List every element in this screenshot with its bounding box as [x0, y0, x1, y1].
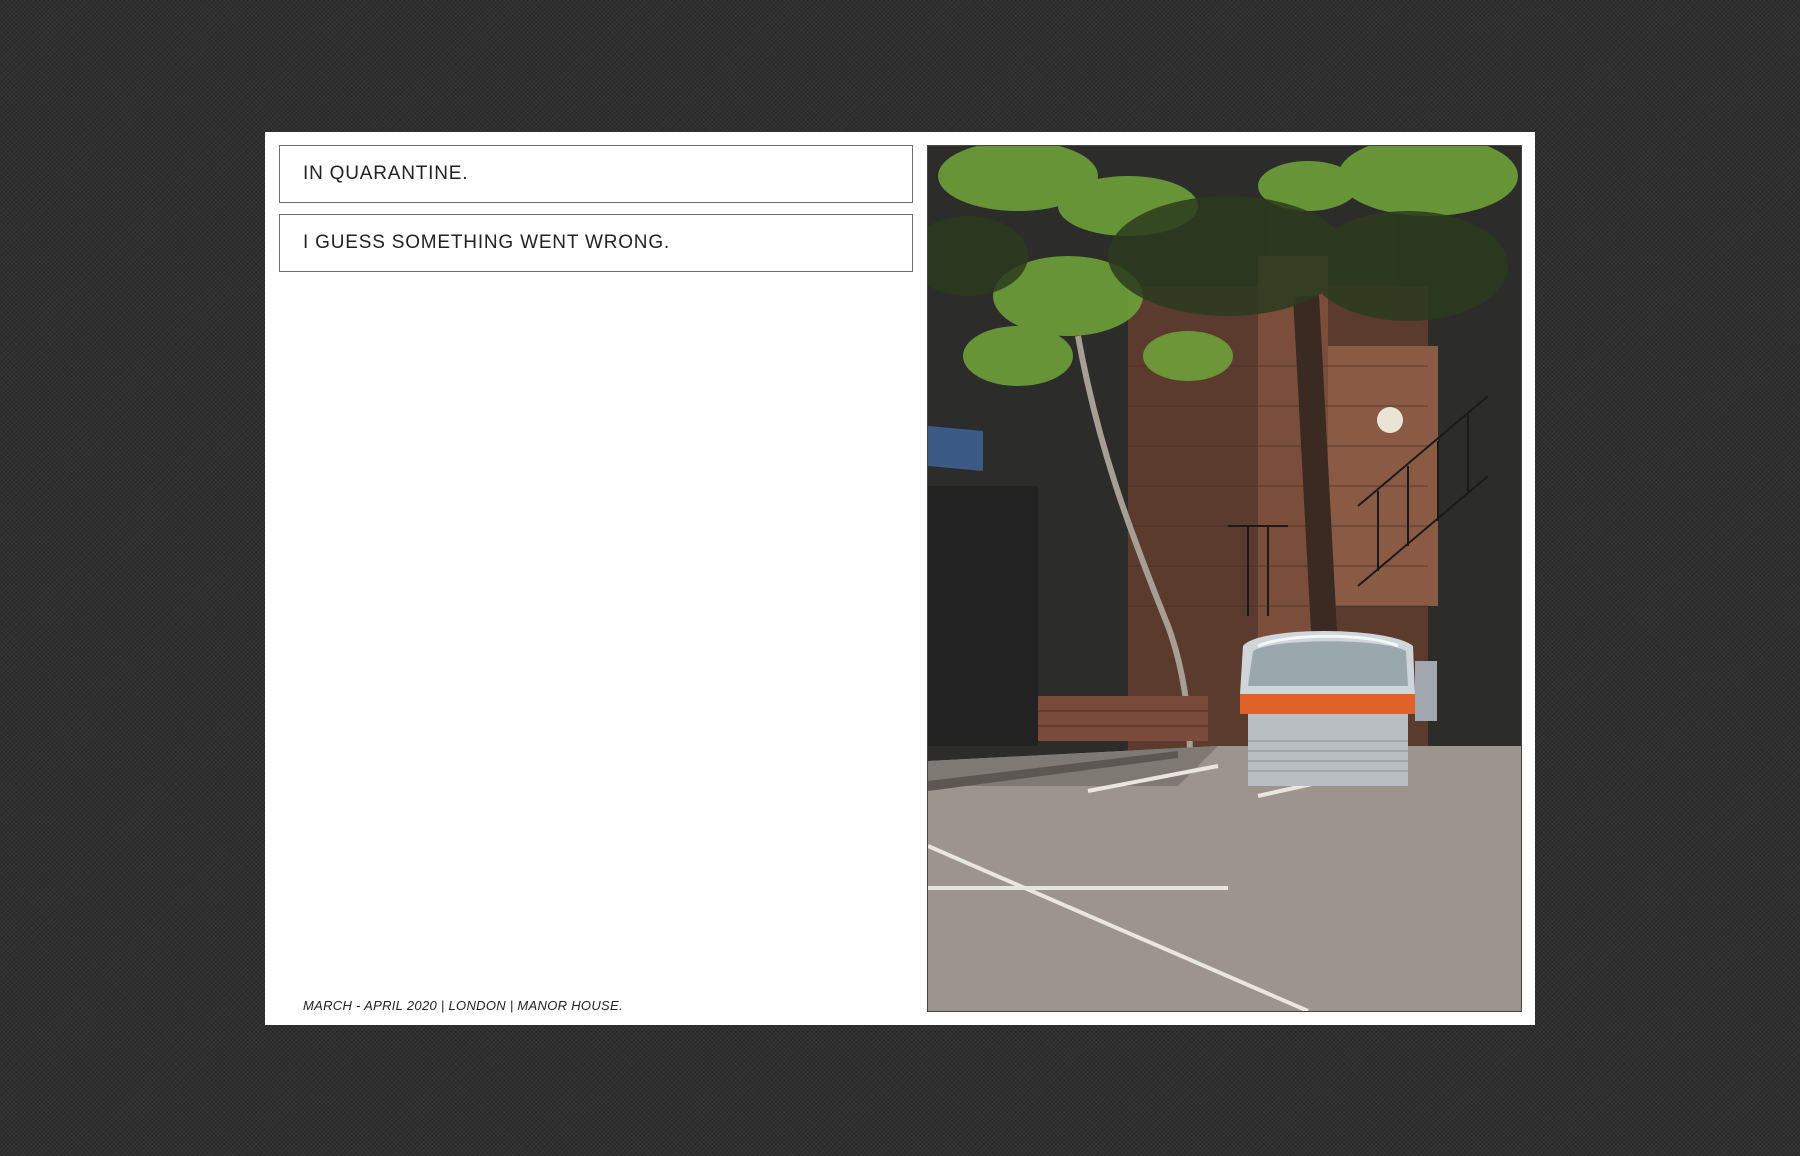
heading-something-went-wrong[interactable]: I GUESS SOMETHING WENT WRONG.: [279, 214, 913, 272]
heading-in-quarantine-label: IN QUARANTINE.: [303, 163, 469, 184]
text-column: IN QUARANTINE. I GUESS SOMETHING WENT WR…: [279, 145, 913, 1011]
street-photo[interactable]: [927, 145, 1522, 1012]
heading-something-went-wrong-label: I GUESS SOMETHING WENT WRONG.: [303, 232, 670, 253]
heading-in-quarantine[interactable]: IN QUARANTINE.: [279, 145, 913, 203]
fridge: [1240, 631, 1437, 786]
street-photo-image: [928, 146, 1521, 1011]
photo-caption: MARCH - APRIL 2020 | LONDON | MANOR HOUS…: [303, 998, 623, 1013]
content-card: IN QUARANTINE. I GUESS SOMETHING WENT WR…: [265, 132, 1535, 1025]
